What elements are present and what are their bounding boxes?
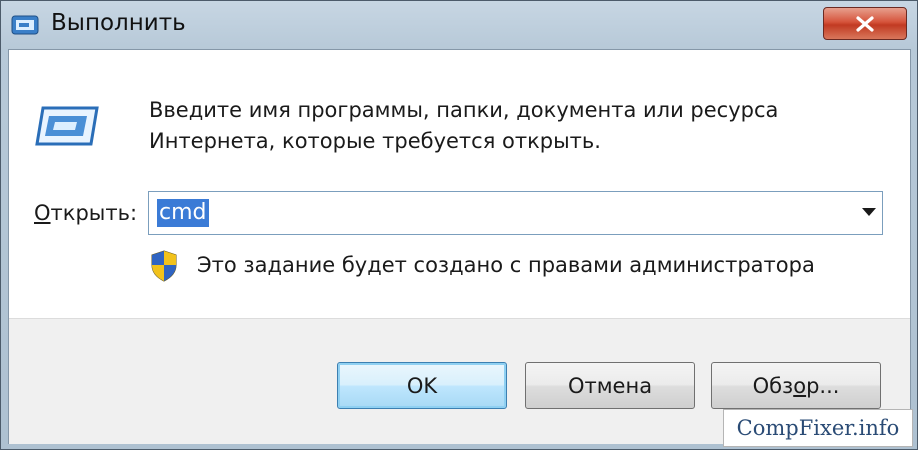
- close-icon: [856, 15, 874, 32]
- open-label: Открыть:: [34, 201, 137, 225]
- open-label-accelerator: О: [34, 201, 51, 225]
- browse-label-start: Обз: [752, 373, 794, 398]
- browse-label-accelerator: о: [793, 373, 807, 398]
- window-title: Выполнить: [51, 10, 186, 36]
- description-text: Введите имя программы, папки, документа …: [149, 98, 779, 153]
- run-program-icon: [35, 106, 99, 146]
- close-button[interactable]: [823, 7, 907, 40]
- open-label-text: ткрыть:: [50, 201, 138, 225]
- open-combobox[interactable]: cmd: [148, 191, 883, 235]
- browse-button[interactable]: Обз о р...: [711, 362, 881, 409]
- admin-note: Это задание будет создано с правами адми…: [197, 253, 815, 277]
- ok-button[interactable]: OK: [337, 362, 507, 409]
- dropdown-arrow-icon[interactable]: [862, 208, 876, 216]
- open-input[interactable]: cmd: [157, 199, 209, 227]
- run-title-icon: [11, 15, 39, 35]
- run-dialog: Выполнить Введите имя программы, папки, …: [0, 0, 918, 450]
- watermark: CompFixer.info: [723, 409, 913, 447]
- uac-shield-icon: [151, 250, 177, 282]
- cancel-button[interactable]: Отмена: [525, 362, 695, 409]
- dialog-body: Введите имя программы, папки, документа …: [8, 49, 911, 444]
- browse-label-end: р...: [806, 373, 840, 398]
- titlebar[interactable]: Выполнить: [1, 1, 918, 49]
